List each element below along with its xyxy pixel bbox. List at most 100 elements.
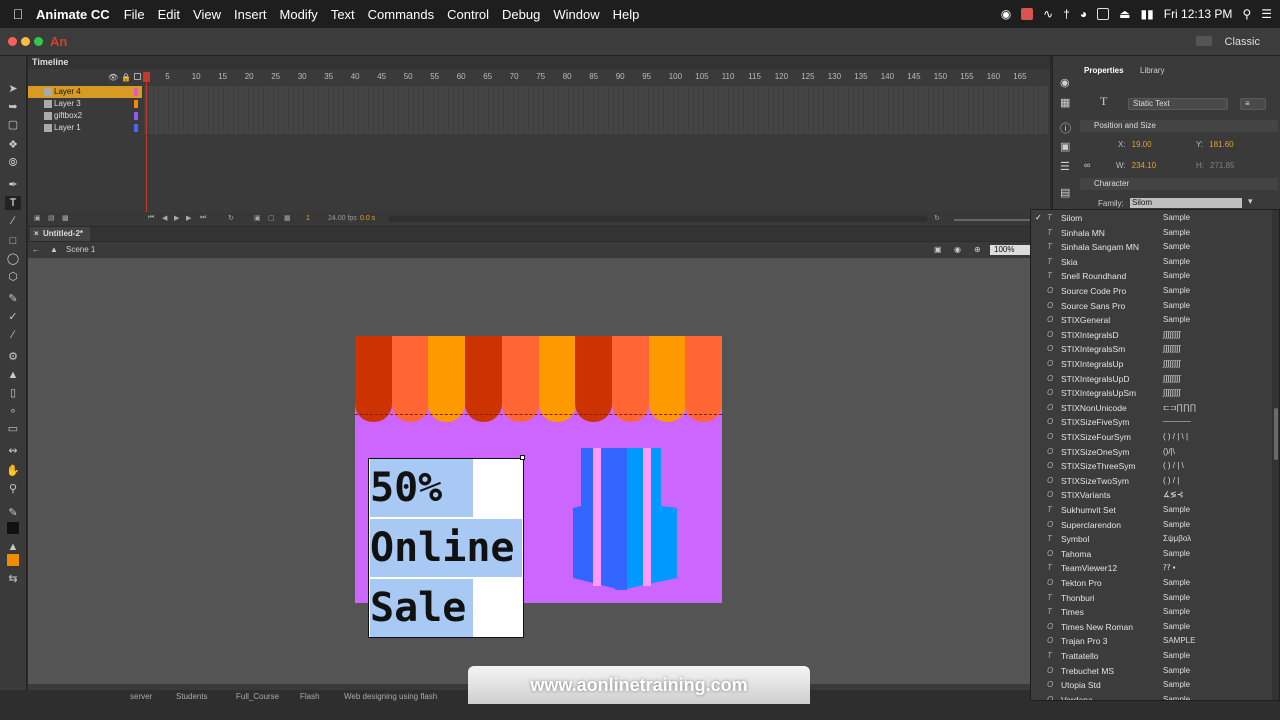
timeline-tab[interactable]: Timeline bbox=[28, 56, 1050, 69]
display-icon[interactable] bbox=[1097, 8, 1110, 20]
lock-all-icon[interactable]: 🔒 bbox=[121, 73, 131, 82]
creative-cloud-icon[interactable]: ◉ bbox=[1001, 7, 1011, 21]
eraser-tool-icon[interactable]: ▭ bbox=[5, 422, 21, 436]
awning-stripe[interactable] bbox=[501, 336, 539, 422]
loop-icon[interactable]: ↻ bbox=[228, 214, 234, 222]
character-section[interactable]: Character bbox=[1080, 178, 1278, 190]
awning-stripe[interactable] bbox=[685, 336, 722, 422]
font-option[interactable]: O Superclarendon Sample bbox=[1031, 518, 1271, 533]
font-list-scroll-thumb[interactable] bbox=[1274, 408, 1278, 460]
workspace-switcher[interactable]: Classic bbox=[1225, 36, 1260, 48]
frame-grid[interactable] bbox=[144, 86, 1048, 134]
menu-control[interactable]: Control bbox=[447, 7, 489, 22]
font-option[interactable]: O Utopia Std Sample bbox=[1031, 678, 1271, 693]
pen-tool-icon[interactable]: ✒ bbox=[5, 178, 21, 192]
font-option[interactable]: O Tekton Pro Sample bbox=[1031, 576, 1271, 591]
play-icon[interactable]: ▶ bbox=[174, 214, 179, 222]
clock[interactable]: Fri 12:13 PM bbox=[1164, 7, 1233, 21]
font-option[interactable]: O STIXGeneral Sample bbox=[1031, 313, 1271, 328]
font-option[interactable]: O STIXVariants ∡≶⊰ bbox=[1031, 488, 1271, 503]
wifi-icon[interactable]: ◕ bbox=[1080, 7, 1087, 21]
awning-stripe[interactable] bbox=[611, 336, 649, 422]
color-panel-icon[interactable]: ◉ bbox=[1060, 76, 1070, 89]
font-family-input[interactable]: Silom bbox=[1130, 198, 1242, 208]
apple-icon[interactable]:  bbox=[0, 6, 36, 22]
new-layer-icon[interactable]: ▣ bbox=[34, 214, 41, 222]
link-dimensions-icon[interactable]: ∞ bbox=[1084, 160, 1090, 170]
edit-scene-icon[interactable]: ▣ bbox=[934, 242, 942, 258]
font-option[interactable]: T Sinhala MN Sample bbox=[1031, 226, 1271, 241]
font-option[interactable]: ✓ T Silom Sample bbox=[1031, 211, 1271, 226]
current-frame[interactable]: 1 bbox=[306, 215, 310, 222]
text-tool-icon[interactable]: T bbox=[5, 196, 21, 210]
font-option[interactable]: O Tahoma Sample bbox=[1031, 547, 1271, 562]
polystar-tool-icon[interactable]: ⬡ bbox=[5, 270, 21, 284]
width-tool-icon[interactable]: ↭ bbox=[5, 444, 21, 458]
font-option[interactable]: O Source Sans Pro Sample bbox=[1031, 299, 1271, 314]
font-option[interactable]: O STIXIntegralsSm ∫∫∫∫∫∫∫∫ bbox=[1031, 342, 1271, 357]
tab-properties[interactable]: Properties bbox=[1084, 66, 1124, 75]
position-size-section[interactable]: Position and Size bbox=[1080, 120, 1278, 132]
menu-edit[interactable]: Edit bbox=[158, 7, 180, 22]
font-option[interactable]: O Trebuchet MS Sample bbox=[1031, 664, 1271, 679]
components-panel-icon[interactable]: ☰ bbox=[1060, 160, 1070, 173]
notification-icon[interactable]: ☰ bbox=[1261, 7, 1272, 21]
minimize-window-icon[interactable] bbox=[21, 37, 30, 46]
x-field[interactable]: X: 19.00 bbox=[1118, 140, 1152, 149]
w-field[interactable]: W: 234.10 bbox=[1116, 161, 1156, 170]
onion-outline-icon[interactable]: ▢ bbox=[268, 214, 275, 222]
crumb-web-designing[interactable]: Web designing using flash bbox=[344, 692, 437, 701]
first-frame-icon[interactable]: ⏮ bbox=[148, 214, 154, 222]
eyedropper-tool-icon[interactable]: ∘ bbox=[5, 404, 21, 418]
library-panel-icon[interactable]: ▤ bbox=[1060, 186, 1070, 199]
rectangle-tool-icon[interactable]: □ bbox=[5, 234, 21, 248]
layer-outline-color[interactable] bbox=[134, 124, 138, 132]
subselection-tool-icon[interactable]: ➥ bbox=[5, 100, 21, 114]
edit-multiple-frames-icon[interactable]: ▦ bbox=[284, 214, 291, 222]
fill-color-swatch[interactable] bbox=[7, 554, 19, 566]
brush-tool-icon[interactable]: ∕ bbox=[5, 328, 21, 342]
bluetooth-icon[interactable]: † bbox=[1063, 7, 1070, 21]
timeline-layer[interactable]: Layer 4 bbox=[28, 86, 142, 98]
awning-stripe[interactable] bbox=[575, 336, 613, 422]
font-option[interactable]: T Symbol Σψμβολ bbox=[1031, 532, 1271, 547]
font-option[interactable]: T Skia Sample bbox=[1031, 255, 1271, 270]
menu-view[interactable]: View bbox=[193, 7, 221, 22]
scene-label[interactable]: Scene 1 bbox=[66, 242, 95, 258]
onion-skin-icon[interactable]: ▣ bbox=[254, 214, 261, 222]
awning-stripe[interactable] bbox=[538, 336, 576, 422]
font-option[interactable]: O STIXSizeFiveSym ⎯⎯⎯⎯⎯⎯⎯ bbox=[1031, 415, 1271, 430]
font-option[interactable]: O STIXIntegralsUpSm ∫∫∫∫∫∫∫∫ bbox=[1031, 386, 1271, 401]
font-family-dropdown[interactable]: ✓ T Silom Sample T Sinhala MN Sample T Sinhala S… bbox=[1030, 209, 1280, 701]
swap-colors-icon[interactable]: ⇆ bbox=[5, 572, 21, 586]
close-window-icon[interactable] bbox=[8, 37, 17, 46]
center-frame-icon[interactable]: ↻ bbox=[934, 214, 940, 222]
font-option[interactable]: O Source Code Pro Sample bbox=[1031, 284, 1271, 299]
text-line-2[interactable]: Online bbox=[370, 519, 522, 577]
search-icon[interactable]: ⚲ bbox=[1242, 7, 1251, 21]
font-option[interactable]: O STIXSizeFourSym ( ) / | \ | bbox=[1031, 430, 1271, 445]
frame-size-slider[interactable] bbox=[954, 219, 1034, 221]
text-line-3[interactable]: Sale bbox=[370, 579, 473, 637]
activity-icon[interactable]: ∿ bbox=[1043, 7, 1053, 21]
awning-stripe[interactable] bbox=[465, 336, 503, 422]
crumb-full-course[interactable]: Full_Course bbox=[236, 692, 279, 701]
frame-rate[interactable]: 24.00 fps bbox=[328, 215, 357, 222]
timeline-layer[interactable]: giftbox2 bbox=[28, 110, 142, 122]
last-frame-icon[interactable]: ⏭ bbox=[200, 214, 206, 222]
font-option[interactable]: O STIXNonUnicode ⊏⊐∏∏∏ bbox=[1031, 401, 1271, 416]
close-tab-icon[interactable]: × bbox=[34, 227, 39, 241]
font-option[interactable]: O STIXIntegralsUpD ∫∫∫∫∫∫∫∫ bbox=[1031, 372, 1271, 387]
family-dropdown-arrow-icon[interactable]: ▾ bbox=[1248, 196, 1253, 207]
font-option[interactable]: O STIXSizeThreeSym ( ) / | \ bbox=[1031, 459, 1271, 474]
font-option[interactable]: T Sukhumvit Set Sample bbox=[1031, 503, 1271, 518]
bone-tool-icon[interactable]: ⚙ bbox=[5, 350, 21, 364]
awning-stripe[interactable] bbox=[648, 336, 686, 422]
pencil-tool-icon[interactable]: ✎ bbox=[5, 292, 21, 306]
font-option[interactable]: T Sinhala Sangam MN Sample bbox=[1031, 240, 1271, 255]
y-field[interactable]: Y: 181.60 bbox=[1196, 140, 1234, 149]
crumb-flash[interactable]: Flash bbox=[300, 692, 320, 701]
next-frame-icon[interactable]: ▶ bbox=[186, 214, 191, 222]
menu-modify[interactable]: Modify bbox=[280, 7, 318, 22]
new-folder-icon[interactable]: ▤ bbox=[48, 214, 55, 222]
